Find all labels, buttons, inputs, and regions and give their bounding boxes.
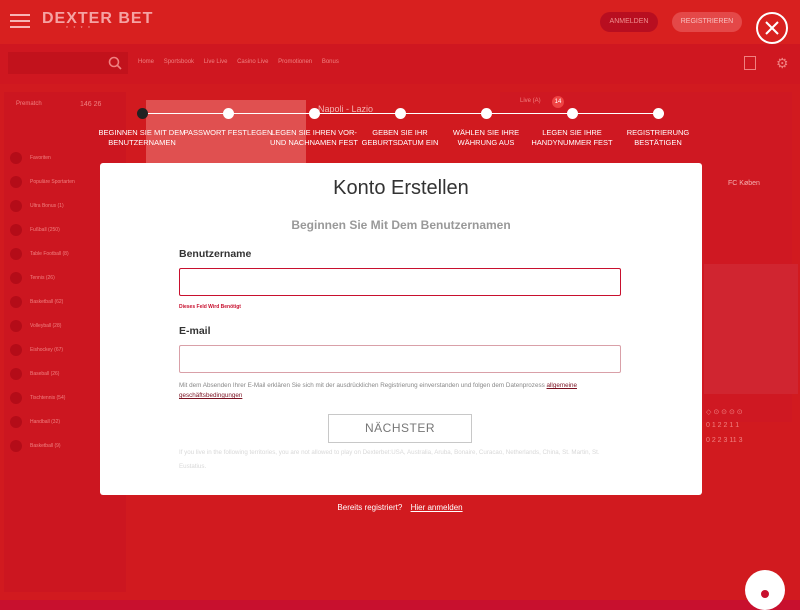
step-label: Legen Sie Ihren Vor- und Nachnamen fest bbox=[270, 128, 358, 147]
login-link[interactable]: Hier anmelden bbox=[411, 503, 463, 512]
close-icon bbox=[765, 21, 779, 35]
stepper-step-1: Beginnen Sie mit dem Benutzernamen bbox=[97, 108, 187, 148]
sidebar-item[interactable]: Volleyball (28) bbox=[10, 314, 75, 338]
sidebar-item[interactable]: Tischtennis (54) bbox=[10, 386, 75, 410]
stepper-step-5: Wählen Sie Ihre Währung aus bbox=[441, 108, 531, 148]
sidebar-item[interactable]: Favoriten bbox=[10, 146, 75, 170]
sidebar-item[interactable]: Populäre Sportarten bbox=[10, 170, 75, 194]
step-label: Wählen Sie Ihre Währung aus bbox=[452, 128, 520, 147]
modal-subtitle: Beginnen Sie Mit Dem Benutzernamen bbox=[291, 218, 511, 232]
sidebar-item[interactable]: Ultra Bonus (1) bbox=[10, 194, 75, 218]
logo: DEXTER BET bbox=[42, 10, 154, 27]
search-icon[interactable] bbox=[108, 56, 122, 75]
step-node bbox=[480, 108, 492, 119]
restriction-notice: If you live in the following territories… bbox=[179, 449, 600, 470]
sport-icon bbox=[10, 344, 22, 356]
sport-icon bbox=[10, 392, 22, 404]
stats-row: 0 2 2 3 11 3 bbox=[706, 437, 743, 444]
step-label: Beginnen Sie mit dem Benutzernamen bbox=[98, 128, 186, 147]
step-node bbox=[394, 108, 406, 119]
nav-item[interactable]: Sportsbook bbox=[164, 59, 194, 65]
sport-icon bbox=[10, 368, 22, 380]
logo-stars: * * * * bbox=[66, 26, 92, 32]
nav-item[interactable]: Live Live bbox=[204, 59, 228, 65]
already-registered: Bereits registriert? Hier anmelden bbox=[0, 503, 800, 512]
login-button[interactable]: ANMELDEN bbox=[600, 12, 658, 32]
sidebar-header[interactable]: Prematch bbox=[16, 101, 42, 107]
stepper-step-2: Passwort festlegen bbox=[183, 108, 273, 138]
stats-icons-row: ◇ ⊙ ⊙ ⊙ ⊙ bbox=[706, 409, 743, 416]
team-name: FC Køben bbox=[728, 180, 760, 187]
live-tab[interactable]: Live (A) bbox=[520, 98, 541, 104]
nav-item[interactable]: Promotionen bbox=[278, 59, 312, 65]
username-input[interactable] bbox=[180, 269, 620, 295]
sport-icon bbox=[10, 248, 22, 260]
modal-title: Konto Erstellen bbox=[333, 177, 469, 199]
username-field-wrapper bbox=[179, 268, 621, 296]
next-button[interactable]: NÄCHSTER bbox=[328, 414, 472, 443]
step-node bbox=[308, 108, 320, 119]
register-button[interactable]: REGISTRIEREN bbox=[672, 12, 742, 32]
step-node bbox=[652, 108, 664, 119]
gear-icon[interactable]: ⚙ bbox=[776, 55, 789, 72]
username-label: Benutzername bbox=[179, 248, 252, 260]
pitch-graphic bbox=[704, 264, 798, 394]
sport-icon bbox=[10, 416, 22, 428]
nav-item[interactable]: Home bbox=[138, 59, 154, 65]
sidebar-item[interactable]: Baseball (26) bbox=[10, 362, 75, 386]
email-field-wrapper bbox=[179, 345, 621, 373]
sport-icon bbox=[10, 152, 22, 164]
sidebar-item[interactable]: Tennis (26) bbox=[10, 266, 75, 290]
nav-item[interactable]: Casino Live bbox=[237, 59, 268, 65]
sidebar-item[interactable]: Eishockey (67) bbox=[10, 338, 75, 362]
consent-text: Mit dem Absenden Ihrer E-Mail erklären S… bbox=[179, 382, 577, 399]
username-error: Dieses Feld Wird Benötigt bbox=[179, 304, 241, 310]
step-label: Legen Sie Ihre Handynummer fest bbox=[531, 128, 613, 147]
sport-icon bbox=[10, 296, 22, 308]
email-label: E-mail bbox=[179, 325, 211, 337]
sport-icon bbox=[10, 440, 22, 452]
calculator-icon[interactable] bbox=[744, 56, 756, 70]
sidebar-list: Favoriten Populäre Sportarten Ultra Bonu… bbox=[10, 146, 75, 458]
sidebar-item[interactable]: Table Football (8) bbox=[10, 242, 75, 266]
sidebar-item[interactable]: Basketball (9) bbox=[10, 434, 75, 458]
sport-icon bbox=[10, 176, 22, 188]
stepper-step-3: Legen Sie Ihren Vor- und Nachnamen fest bbox=[269, 108, 359, 148]
step-label: Passwort festlegen bbox=[183, 128, 273, 137]
sport-icon bbox=[10, 224, 22, 236]
step-label: Geben Sie Ihr Geburtsdatum ein bbox=[361, 128, 439, 147]
sidebar-count: 146 26 bbox=[80, 101, 102, 108]
hamburger-menu-icon[interactable] bbox=[10, 14, 30, 28]
nav-item[interactable]: Bonus bbox=[322, 59, 339, 65]
step-node bbox=[136, 108, 148, 119]
close-modal-button[interactable] bbox=[756, 12, 788, 44]
sport-icon bbox=[10, 320, 22, 332]
sidebar-item[interactable]: Handball (32) bbox=[10, 410, 75, 434]
main-nav: Home Sportsbook Live Live Casino Live Pr… bbox=[138, 59, 347, 65]
step-node bbox=[566, 108, 578, 119]
sport-icon bbox=[10, 272, 22, 284]
stepper-step-7: Registrierung bestätigen bbox=[613, 108, 703, 148]
step-label: Registrierung bestätigen bbox=[626, 128, 690, 147]
email-input[interactable] bbox=[180, 346, 620, 372]
chat-widget-icon[interactable] bbox=[745, 570, 785, 610]
register-modal: Konto Erstellen Beginnen Sie Mit Dem Ben… bbox=[100, 163, 702, 495]
sport-icon bbox=[10, 200, 22, 212]
stepper-step-6: Legen Sie Ihre Handynummer fest bbox=[527, 108, 617, 148]
live-count-badge: 14 bbox=[552, 96, 564, 108]
stepper-step-4: Geben Sie Ihr Geburtsdatum ein bbox=[355, 108, 445, 148]
sidebar-item[interactable]: Fußball (250) bbox=[10, 218, 75, 242]
sidebar-item[interactable]: Basketball (62) bbox=[10, 290, 75, 314]
step-node bbox=[222, 108, 234, 119]
already-registered-text: Bereits registriert? bbox=[337, 503, 403, 512]
stats-row: 0 1 2 2 1 1 bbox=[706, 422, 740, 429]
